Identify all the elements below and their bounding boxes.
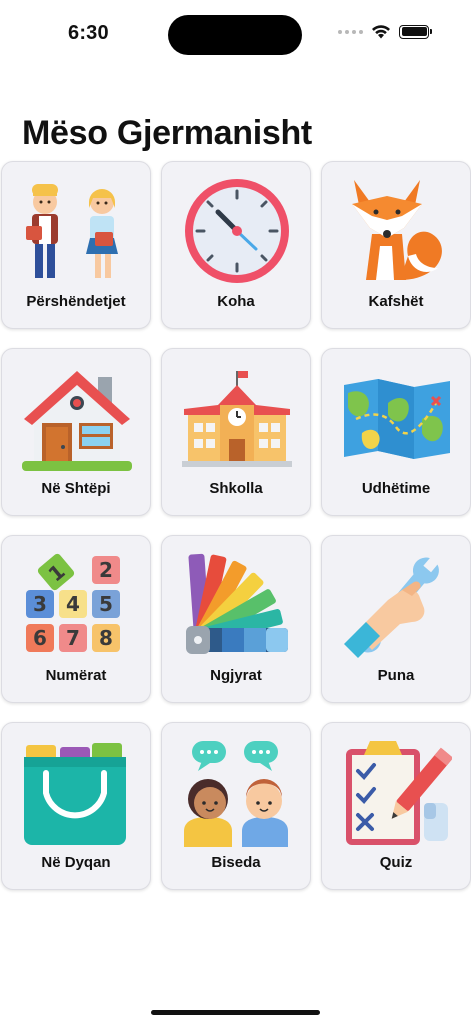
- category-label: Shkolla: [209, 480, 263, 497]
- page-title: Mëso Gjermanisht: [22, 114, 312, 152]
- status-bar: 6:30: [0, 0, 471, 70]
- status-icons: [338, 24, 432, 39]
- category-label: Koha: [217, 293, 255, 310]
- category-tile-school[interactable]: Shkolla: [161, 348, 311, 516]
- category-grid: Përshëndetjet Koha Kafshët Në Shtëpi Shk…: [0, 161, 471, 890]
- block-number: 5: [99, 592, 113, 616]
- chat-people-icon: [182, 737, 292, 847]
- block-number: 2: [99, 558, 113, 582]
- category-tile-colors[interactable]: Ngjyrat: [161, 535, 311, 703]
- wifi-icon: [372, 25, 390, 39]
- category-label: Kafshët: [368, 293, 424, 310]
- category-label: Në Shtëpi: [41, 480, 111, 497]
- category-tile-time[interactable]: Koha: [161, 161, 311, 329]
- block-number: 7: [66, 626, 80, 650]
- category-tile-greetings[interactable]: Përshëndetjet: [1, 161, 151, 329]
- battery-icon: [399, 24, 432, 39]
- category-tile-animals[interactable]: Kafshët: [321, 161, 471, 329]
- block-number: 6: [33, 626, 47, 650]
- dynamic-island: [168, 15, 302, 55]
- fox-icon: [342, 176, 452, 286]
- quiz-clipboard-icon: [342, 737, 452, 847]
- category-tile-numbers[interactable]: 1 2 3 4 5 6 7 8 Numërat: [1, 535, 151, 703]
- category-label: Përshëndetjet: [26, 293, 126, 310]
- cellular-dots-icon: [338, 29, 363, 34]
- shopping-bag-icon: [22, 737, 132, 847]
- category-tile-work[interactable]: Puna: [321, 535, 471, 703]
- clock-icon: [182, 176, 292, 286]
- house-icon: [22, 363, 132, 473]
- greeting-kids-icon: [22, 176, 132, 286]
- category-label: Në Dyqan: [41, 854, 111, 871]
- category-label: Quiz: [379, 854, 413, 871]
- category-label: Biseda: [211, 854, 261, 871]
- block-number: 4: [66, 592, 80, 616]
- category-tile-conversation[interactable]: Biseda: [161, 722, 311, 890]
- category-tile-travel[interactable]: Udhëtime: [321, 348, 471, 516]
- category-tile-home[interactable]: Në Shtëpi: [1, 348, 151, 516]
- category-label: Ngjyrat: [210, 667, 262, 684]
- category-tile-shop[interactable]: Në Dyqan: [1, 722, 151, 890]
- block-number: 3: [33, 592, 47, 616]
- category-tile-quiz[interactable]: Quiz: [321, 722, 471, 890]
- block-number: 8: [99, 626, 113, 650]
- category-label: Puna: [377, 667, 415, 684]
- color-palette-icon: [182, 550, 292, 660]
- category-label: Udhëtime: [361, 480, 431, 497]
- number-blocks-icon: 1 2 3 4 5 6 7 8: [22, 550, 132, 660]
- category-label: Numërat: [45, 667, 107, 684]
- wrench-hand-icon: [342, 550, 452, 660]
- home-indicator[interactable]: [151, 1010, 320, 1015]
- status-time: 6:30: [68, 22, 109, 44]
- map-icon: [342, 363, 452, 473]
- school-icon: [182, 363, 292, 473]
